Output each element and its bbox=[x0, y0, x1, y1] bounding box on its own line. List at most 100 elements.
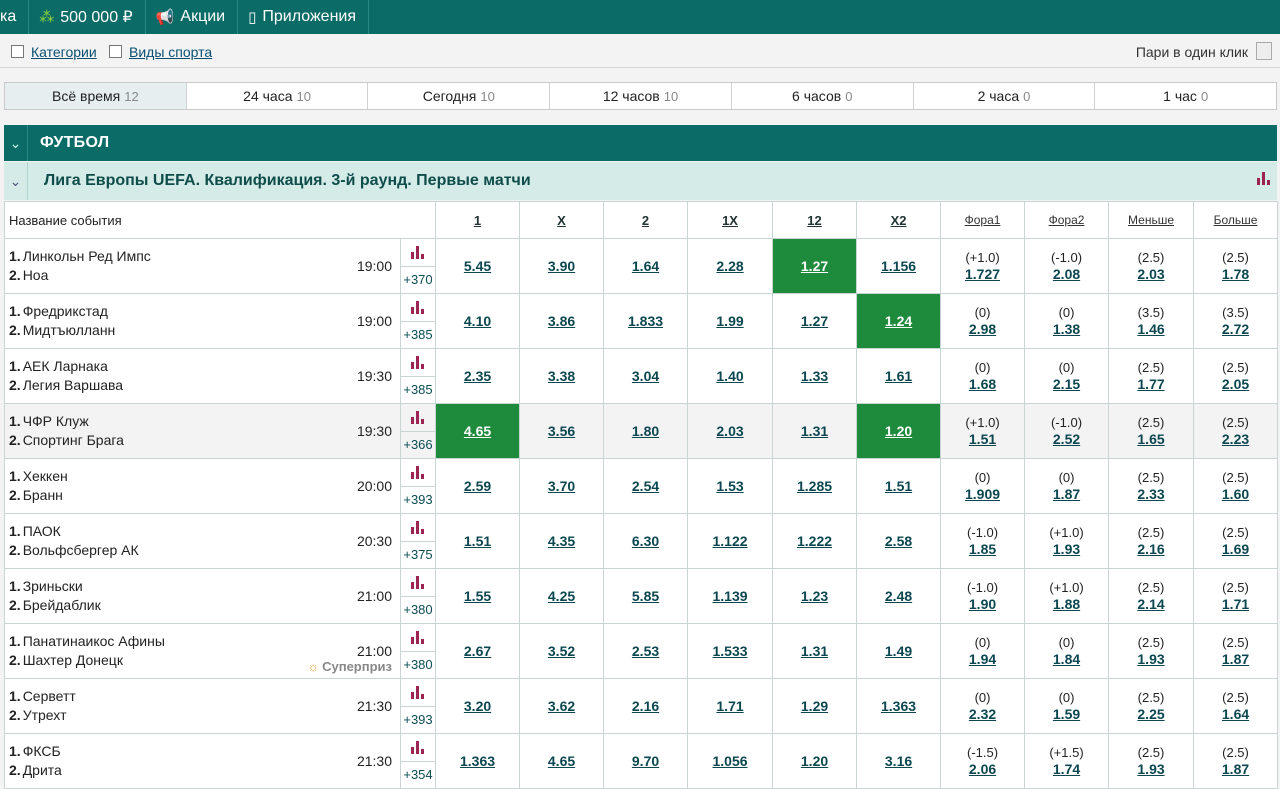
odds-cell-o12[interactable]: 1.31 bbox=[772, 623, 858, 679]
odds-cell-o1[interactable]: 1.51 bbox=[435, 513, 521, 569]
stats-icon[interactable] bbox=[1257, 172, 1271, 185]
odds-cell-ox2[interactable]: 1.156 bbox=[856, 238, 942, 294]
odds-cell-over[interactable]: (2.5) 1.87 bbox=[1193, 733, 1279, 789]
odds-cell-under[interactable]: (2.5) 1.65 bbox=[1108, 403, 1195, 459]
odds-cell-ox[interactable]: 3.70 bbox=[519, 458, 605, 514]
odds-cell-over[interactable]: (2.5) 1.69 bbox=[1193, 513, 1279, 569]
column-header-1x[interactable]: 1X bbox=[687, 201, 774, 239]
odds-cell-ox[interactable]: 3.38 bbox=[519, 348, 605, 404]
odds-cell-handicap1[interactable]: (0) 2.98 bbox=[940, 293, 1026, 349]
event-name-cell[interactable]: 1. Серветт 2. Утрехт 21:30 bbox=[4, 678, 401, 734]
more-markets-link[interactable]: +380 bbox=[401, 652, 435, 678]
odds-cell-handicap2[interactable]: (+1.5) 1.74 bbox=[1024, 733, 1110, 789]
odds-cell-over[interactable]: (2.5) 1.60 bbox=[1193, 458, 1279, 514]
column-header-under[interactable]: Меньше bbox=[1108, 201, 1195, 239]
odds-cell-handicap1[interactable]: (+1.0) 1.727 bbox=[940, 238, 1026, 294]
stats-icon[interactable] bbox=[401, 460, 436, 487]
odds-cell-over[interactable]: (2.5) 1.71 bbox=[1193, 568, 1279, 624]
odds-cell-under[interactable]: (2.5) 2.33 bbox=[1108, 458, 1195, 514]
odds-cell-ox2[interactable]: 1.20 bbox=[856, 403, 942, 459]
stats-icon[interactable] bbox=[401, 570, 436, 597]
odds-cell-o1[interactable]: 2.59 bbox=[435, 458, 521, 514]
odds-cell-handicap1[interactable]: (0) 2.32 bbox=[940, 678, 1026, 734]
odds-cell-o2[interactable]: 2.53 bbox=[603, 623, 689, 679]
odds-cell-o12[interactable]: 1.23 bbox=[772, 568, 858, 624]
sports-checkbox[interactable] bbox=[109, 45, 122, 58]
column-header-handicap1[interactable]: Фора1 bbox=[940, 201, 1026, 239]
odds-cell-under[interactable]: (2.5) 1.77 bbox=[1108, 348, 1195, 404]
event-name-cell[interactable]: 1. Фредрикстад 2. Мидтъюлланн 19:00 bbox=[4, 293, 401, 349]
odds-cell-o2[interactable]: 2.16 bbox=[603, 678, 689, 734]
odds-cell-ox[interactable]: 3.56 bbox=[519, 403, 605, 459]
odds-cell-o1x[interactable]: 1.53 bbox=[687, 458, 774, 514]
event-name-cell[interactable]: 1. АЕК Ларнака 2. Легия Варшава 19:30 bbox=[4, 348, 401, 404]
column-header-12[interactable]: 12 bbox=[772, 201, 858, 239]
odds-cell-o12[interactable]: 1.20 bbox=[772, 733, 858, 789]
odds-cell-o12[interactable]: 1.33 bbox=[772, 348, 858, 404]
odds-cell-ox2[interactable]: 2.48 bbox=[856, 568, 942, 624]
odds-cell-o1[interactable]: 4.10 bbox=[435, 293, 521, 349]
categories-link[interactable]: Категории bbox=[31, 44, 97, 60]
odds-cell-handicap1[interactable]: (-1.0) 1.90 bbox=[940, 568, 1026, 624]
event-name-cell[interactable]: 1. ПАОК 2. Вольфсбергер АК 20:30 bbox=[4, 513, 401, 569]
bonus-link[interactable]: ⁂ 500 000 ₽ bbox=[29, 0, 146, 34]
odds-cell-handicap1[interactable]: (-1.0) 1.85 bbox=[940, 513, 1026, 569]
odds-cell-o2[interactable]: 6.30 bbox=[603, 513, 689, 569]
more-markets-link[interactable]: +375 bbox=[401, 542, 435, 568]
stats-icon[interactable] bbox=[401, 680, 436, 707]
stats-icon[interactable] bbox=[401, 240, 436, 267]
event-name-cell[interactable]: 1. Зриньски 2. Брейдаблик 21:00 bbox=[4, 568, 401, 624]
column-header-1[interactable]: 1 bbox=[435, 201, 521, 239]
column-header-2[interactable]: 2 bbox=[603, 201, 689, 239]
odds-cell-ox[interactable]: 4.65 bbox=[519, 733, 605, 789]
odds-cell-o12[interactable]: 1.27 bbox=[772, 238, 858, 294]
more-markets-link[interactable]: +393 bbox=[401, 487, 435, 513]
odds-cell-handicap1[interactable]: (0) 1.68 bbox=[940, 348, 1026, 404]
odds-cell-over[interactable]: (2.5) 2.05 bbox=[1193, 348, 1279, 404]
odds-cell-over[interactable]: (2.5) 1.64 bbox=[1193, 678, 1279, 734]
odds-cell-handicap1[interactable]: (0) 1.94 bbox=[940, 623, 1026, 679]
sports-link[interactable]: Виды спорта bbox=[129, 44, 212, 60]
odds-cell-under[interactable]: (2.5) 2.16 bbox=[1108, 513, 1195, 569]
odds-cell-ox[interactable]: 4.25 bbox=[519, 568, 605, 624]
odds-cell-o2[interactable]: 2.54 bbox=[603, 458, 689, 514]
odds-cell-handicap2[interactable]: (0) 1.38 bbox=[1024, 293, 1110, 349]
odds-cell-o1x[interactable]: 1.71 bbox=[687, 678, 774, 734]
odds-cell-o1x[interactable]: 1.056 bbox=[687, 733, 774, 789]
odds-cell-handicap2[interactable]: (0) 2.15 bbox=[1024, 348, 1110, 404]
odds-cell-o1[interactable]: 3.20 bbox=[435, 678, 521, 734]
time-tab[interactable]: 6 часов 0 bbox=[732, 83, 914, 109]
chevron-down-icon[interactable]: ⌄ bbox=[4, 125, 28, 161]
odds-cell-ox2[interactable]: 1.49 bbox=[856, 623, 942, 679]
odds-cell-o1[interactable]: 1.363 bbox=[435, 733, 521, 789]
odds-cell-under[interactable]: (2.5) 2.25 bbox=[1108, 678, 1195, 734]
one-click-toggle[interactable] bbox=[1256, 42, 1272, 60]
sport-header[interactable]: ⌄ ФУТБОЛ bbox=[4, 125, 1277, 161]
odds-cell-o2[interactable]: 5.85 bbox=[603, 568, 689, 624]
odds-cell-o1[interactable]: 1.55 bbox=[435, 568, 521, 624]
odds-cell-o1[interactable]: 2.67 bbox=[435, 623, 521, 679]
stats-icon[interactable] bbox=[401, 350, 436, 377]
stats-icon[interactable] bbox=[401, 295, 436, 322]
odds-cell-over[interactable]: (3.5) 2.72 bbox=[1193, 293, 1279, 349]
odds-cell-ox2[interactable]: 1.24 bbox=[856, 293, 942, 349]
column-header-x2[interactable]: X2 bbox=[856, 201, 942, 239]
odds-cell-handicap2[interactable]: (0) 1.87 bbox=[1024, 458, 1110, 514]
odds-cell-ox2[interactable]: 2.58 bbox=[856, 513, 942, 569]
more-markets-link[interactable]: +370 bbox=[401, 267, 435, 293]
odds-cell-o12[interactable]: 1.31 bbox=[772, 403, 858, 459]
odds-cell-o1x[interactable]: 1.99 bbox=[687, 293, 774, 349]
odds-cell-under[interactable]: (2.5) 2.14 bbox=[1108, 568, 1195, 624]
odds-cell-o2[interactable]: 1.80 bbox=[603, 403, 689, 459]
odds-cell-ox2[interactable]: 1.363 bbox=[856, 678, 942, 734]
odds-cell-o1x[interactable]: 2.28 bbox=[687, 238, 774, 294]
odds-cell-handicap1[interactable]: (+1.0) 1.51 bbox=[940, 403, 1026, 459]
odds-cell-o1[interactable]: 4.65 bbox=[435, 403, 521, 459]
odds-cell-o1x[interactable]: 1.122 bbox=[687, 513, 774, 569]
odds-cell-ox2[interactable]: 3.16 bbox=[856, 733, 942, 789]
odds-cell-ox[interactable]: 3.90 bbox=[519, 238, 605, 294]
odds-cell-handicap1[interactable]: (0) 1.909 bbox=[940, 458, 1026, 514]
stats-icon[interactable] bbox=[401, 515, 436, 542]
column-header-handicap2[interactable]: Фора2 bbox=[1024, 201, 1110, 239]
more-markets-link[interactable]: +385 bbox=[401, 377, 435, 403]
